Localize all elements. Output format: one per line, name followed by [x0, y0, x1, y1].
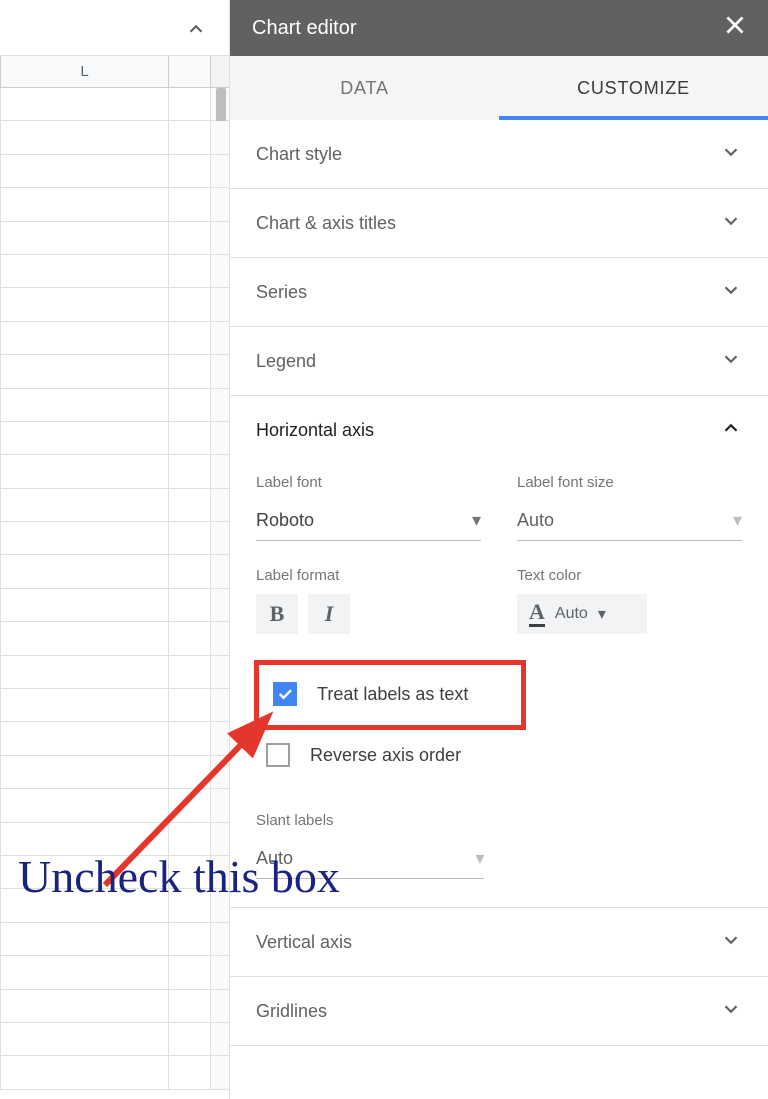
table-row[interactable]	[0, 889, 229, 922]
select-slant-labels[interactable]: Auto ▾	[256, 839, 484, 879]
chevron-down-icon	[720, 998, 742, 1025]
bold-button[interactable]: B	[256, 594, 298, 634]
field-label: Label format	[256, 567, 481, 584]
chart-editor-panel: Chart editor DATA CUSTOMIZE Chart style …	[230, 0, 768, 1099]
section-chart-style[interactable]: Chart style	[230, 120, 768, 189]
column-header-L[interactable]: L	[0, 56, 169, 87]
section-title: Chart style	[256, 144, 720, 165]
tab-customize[interactable]: CUSTOMIZE	[499, 56, 768, 120]
select-label-font[interactable]: Roboto ▾	[256, 501, 481, 541]
table-row[interactable]	[0, 722, 229, 755]
section-title: Vertical axis	[256, 932, 720, 953]
table-row[interactable]	[0, 155, 229, 188]
table-row[interactable]	[0, 455, 229, 488]
italic-button[interactable]: I	[308, 594, 350, 634]
table-row[interactable]	[0, 222, 229, 255]
table-row[interactable]	[0, 255, 229, 288]
table-row[interactable]	[0, 622, 229, 655]
table-row[interactable]	[0, 422, 229, 455]
chevron-down-icon	[720, 929, 742, 956]
caret-down-icon: ▾	[733, 510, 742, 531]
table-row[interactable]	[0, 322, 229, 355]
tab-data[interactable]: DATA	[230, 56, 499, 120]
table-row[interactable]	[0, 689, 229, 722]
select-label-font-size[interactable]: Auto ▾	[517, 501, 742, 541]
section-header-horizontal-axis[interactable]: Horizontal axis	[256, 396, 742, 464]
table-row[interactable]	[0, 188, 229, 221]
select-value: Auto	[256, 848, 293, 869]
sheet-rows	[0, 88, 229, 1090]
spreadsheet-area: L	[0, 0, 230, 1099]
field-label-font-size: Label font size Auto ▾	[517, 474, 742, 541]
section-title: Legend	[256, 351, 720, 372]
section-gridlines[interactable]: Gridlines	[230, 977, 768, 1046]
table-row[interactable]	[0, 389, 229, 422]
section-vertical-axis[interactable]: Vertical axis	[230, 908, 768, 977]
caret-down-icon: ▾	[475, 848, 484, 869]
section-legend[interactable]: Legend	[230, 327, 768, 396]
sheet-toolbar	[0, 0, 229, 56]
table-row[interactable]	[0, 756, 229, 789]
section-horizontal-axis: Horizontal axis Label font Roboto ▾	[230, 396, 768, 908]
table-row[interactable]	[0, 923, 229, 956]
section-title: Gridlines	[256, 1001, 720, 1022]
table-row[interactable]	[0, 956, 229, 989]
table-row[interactable]	[0, 656, 229, 689]
caret-down-icon: ▾	[472, 510, 481, 531]
section-chart-axis-titles[interactable]: Chart & axis titles	[230, 189, 768, 258]
text-color-value: Auto	[555, 605, 588, 623]
table-row[interactable]	[0, 856, 229, 889]
chevron-up-icon	[720, 417, 742, 444]
text-color-picker[interactable]: A Auto ▾	[517, 594, 647, 634]
field-label: Text color	[517, 567, 742, 584]
table-row[interactable]	[0, 589, 229, 622]
chevron-down-icon	[720, 210, 742, 237]
checkbox-reverse-axis-order[interactable]	[266, 743, 290, 767]
section-title: Series	[256, 282, 720, 303]
close-icon[interactable]	[722, 12, 748, 44]
column-headers: L	[0, 56, 229, 88]
field-label: Slant labels	[256, 812, 484, 829]
checkbox-row-reverse-axis: Reverse axis order	[266, 738, 742, 772]
column-header-blank[interactable]	[169, 56, 211, 87]
select-value: Auto	[517, 510, 554, 531]
caret-down-icon: ▾	[598, 604, 606, 624]
scroll-gutter	[211, 56, 229, 87]
checkbox-label: Treat labels as text	[317, 684, 468, 705]
chevron-down-icon	[720, 279, 742, 306]
table-row[interactable]	[0, 555, 229, 588]
table-row[interactable]	[0, 355, 229, 388]
table-row[interactable]	[0, 789, 229, 822]
chevron-down-icon	[720, 348, 742, 375]
checkbox-label: Reverse axis order	[310, 745, 461, 766]
checkbox-treat-labels-as-text[interactable]	[273, 682, 297, 706]
annotation-highlight: Treat labels as text	[254, 660, 526, 730]
field-label: Label font	[256, 474, 481, 491]
table-row[interactable]	[0, 288, 229, 321]
table-row[interactable]	[0, 990, 229, 1023]
chevron-down-icon	[720, 141, 742, 168]
section-title: Chart & axis titles	[256, 213, 720, 234]
field-label: Label font size	[517, 474, 742, 491]
panel-title: Chart editor	[252, 17, 722, 40]
table-row[interactable]	[0, 1056, 229, 1089]
tabs: DATA CUSTOMIZE	[230, 56, 768, 120]
panel-header: Chart editor	[230, 0, 768, 56]
section-title: Horizontal axis	[256, 420, 720, 441]
field-text-color: Text color A Auto ▾	[517, 567, 742, 634]
checkbox-row-treat-labels: Treat labels as text	[273, 677, 507, 711]
section-series[interactable]: Series	[230, 258, 768, 327]
field-slant-labels: Slant labels Auto ▾	[256, 812, 484, 879]
field-label-font: Label font Roboto ▾	[256, 474, 481, 541]
field-label-format: Label format B I	[256, 567, 481, 634]
table-row[interactable]	[0, 1023, 229, 1056]
table-row[interactable]	[0, 121, 229, 154]
select-value: Roboto	[256, 510, 314, 531]
table-row[interactable]	[0, 489, 229, 522]
table-row[interactable]	[0, 522, 229, 555]
table-row[interactable]	[0, 88, 229, 121]
text-color-icon: A	[529, 601, 545, 627]
chevron-up-icon[interactable]	[185, 18, 207, 45]
table-row[interactable]	[0, 823, 229, 856]
